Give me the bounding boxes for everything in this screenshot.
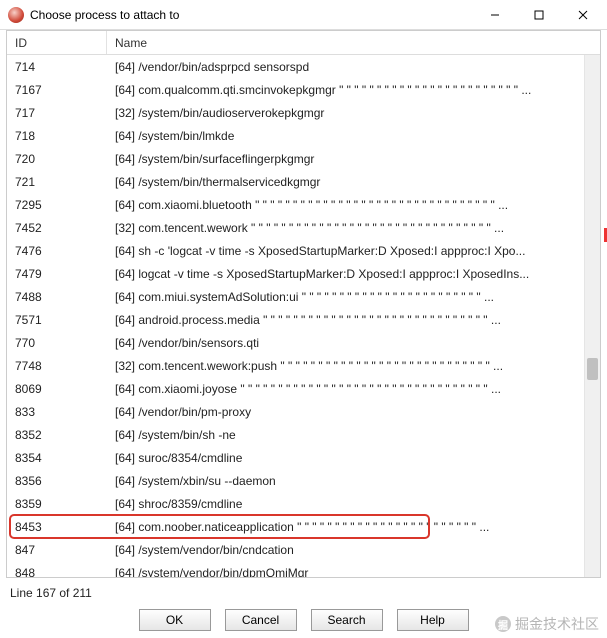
- cell-name: [64] sh -c 'logcat -v time -s XposedStar…: [107, 244, 600, 258]
- cell-id: 848: [7, 566, 107, 578]
- cell-name: [64] /system/bin/sh -ne: [107, 428, 600, 442]
- table-row[interactable]: 721[64] /system/bin/thermalservicedkgmgr: [7, 170, 600, 193]
- column-headers: ID Name: [7, 31, 600, 55]
- cell-id: 7295: [7, 198, 107, 212]
- cell-id: 833: [7, 405, 107, 419]
- table-row[interactable]: 7571[64] android.process.media " " " " "…: [7, 308, 600, 331]
- table-row[interactable]: 770[64] /vendor/bin/sensors.qti: [7, 331, 600, 354]
- table-row[interactable]: 7488[64] com.miui.systemAdSolution:ui " …: [7, 285, 600, 308]
- table-row[interactable]: 718[64] /system/bin/lmkde: [7, 124, 600, 147]
- table-row[interactable]: 7476[64] sh -c 'logcat -v time -s Xposed…: [7, 239, 600, 262]
- table-row[interactable]: 714[64] /vendor/bin/adsprpcd sensorspd: [7, 55, 600, 78]
- cell-id: 8356: [7, 474, 107, 488]
- process-list[interactable]: 714[64] /vendor/bin/adsprpcd sensorspd71…: [7, 55, 600, 577]
- cell-id: 8359: [7, 497, 107, 511]
- cell-name: [64] suroc/8354/cmdline: [107, 451, 600, 465]
- table-row[interactable]: 720[64] /system/bin/surfaceflingerpkgmgr: [7, 147, 600, 170]
- cell-name: [64] /system/xbin/su --daemon: [107, 474, 600, 488]
- cell-name: [64] com.qualcomm.qti.smcinvokepkgmgr " …: [107, 83, 600, 97]
- table-row[interactable]: 7748[32] com.tencent.wework:push " " " "…: [7, 354, 600, 377]
- scrollbar[interactable]: [584, 55, 600, 577]
- table-row[interactable]: 8352[64] /system/bin/sh -ne: [7, 423, 600, 446]
- cell-name: [64] com.noober.naticeapplication " " " …: [107, 520, 600, 534]
- cell-name: [64] /vendor/bin/adsprpcd sensorspd: [107, 60, 600, 74]
- cell-name: [64] android.process.media " " " " " " "…: [107, 313, 600, 327]
- table-row[interactable]: 7167[64] com.qualcomm.qti.smcinvokepkgmg…: [7, 78, 600, 101]
- cell-name: [64] /system/vendor/bin/dpmQmiMgr: [107, 566, 600, 578]
- cell-id: 770: [7, 336, 107, 350]
- cell-id: 7748: [7, 359, 107, 373]
- status-line: Line 167 of 211: [10, 586, 92, 600]
- maximize-button[interactable]: [517, 1, 561, 29]
- cell-id: 8453: [7, 520, 107, 534]
- cell-name: [32] com.tencent.wework:push " " " " " "…: [107, 359, 600, 373]
- button-bar: OK Cancel Search Help: [0, 606, 607, 634]
- cell-name: [64] com.miui.systemAdSolution:ui " " " …: [107, 290, 600, 304]
- cell-id: 721: [7, 175, 107, 189]
- cell-id: 714: [7, 60, 107, 74]
- titlebar: Choose process to attach to: [0, 0, 607, 30]
- cancel-button[interactable]: Cancel: [225, 609, 297, 631]
- column-header-name[interactable]: Name: [107, 31, 600, 54]
- cell-id: 718: [7, 129, 107, 143]
- cell-name: [64] com.xiaomi.bluetooth " " " " " " " …: [107, 198, 600, 212]
- table-row[interactable]: 8356[64] /system/xbin/su --daemon: [7, 469, 600, 492]
- cell-id: 7476: [7, 244, 107, 258]
- cell-id: 7488: [7, 290, 107, 304]
- cell-name: [64] /vendor/bin/sensors.qti: [107, 336, 600, 350]
- cell-id: 7452: [7, 221, 107, 235]
- app-icon: [8, 7, 24, 23]
- cell-name: [64] /vendor/bin/pm-proxy: [107, 405, 600, 419]
- minimize-button[interactable]: [473, 1, 517, 29]
- cell-name: [32] /system/bin/audioserverokepkgmgr: [107, 106, 600, 120]
- help-button[interactable]: Help: [397, 609, 469, 631]
- cell-id: 8069: [7, 382, 107, 396]
- cell-name: [64] /system/vendor/bin/cndcation: [107, 543, 600, 557]
- table-row[interactable]: 7452[32] com.tencent.wework " " " " " " …: [7, 216, 600, 239]
- search-button[interactable]: Search: [311, 609, 383, 631]
- table-row[interactable]: 847[64] /system/vendor/bin/cndcation: [7, 538, 600, 561]
- cell-name: [64] com.xiaomi.joyose " " " " " " " " "…: [107, 382, 600, 396]
- cell-id: 7167: [7, 83, 107, 97]
- table-row[interactable]: 848[64] /system/vendor/bin/dpmQmiMgr: [7, 561, 600, 577]
- table-row[interactable]: 717[32] /system/bin/audioserverokepkgmgr: [7, 101, 600, 124]
- table-row[interactable]: 8359[64] shroc/8359/cmdline: [7, 492, 600, 515]
- process-list-panel: ID Name 714[64] /vendor/bin/adsprpcd sen…: [6, 30, 601, 578]
- close-button[interactable]: [561, 1, 605, 29]
- window-controls: [473, 1, 605, 29]
- table-row[interactable]: 8069[64] com.xiaomi.joyose " " " " " " "…: [7, 377, 600, 400]
- cell-name: [64] /system/bin/surfaceflingerpkgmgr: [107, 152, 600, 166]
- cell-id: 8354: [7, 451, 107, 465]
- table-row[interactable]: 7479[64] logcat -v time -s XposedStartup…: [7, 262, 600, 285]
- cell-id: 720: [7, 152, 107, 166]
- cell-id: 8352: [7, 428, 107, 442]
- cell-id: 847: [7, 543, 107, 557]
- scrollbar-thumb[interactable]: [587, 358, 598, 380]
- table-row[interactable]: 833[64] /vendor/bin/pm-proxy: [7, 400, 600, 423]
- cell-name: [64] /system/bin/thermalservicedkgmgr: [107, 175, 600, 189]
- cell-name: [64] shroc/8359/cmdline: [107, 497, 600, 511]
- table-row[interactable]: 8354[64] suroc/8354/cmdline: [7, 446, 600, 469]
- ok-button[interactable]: OK: [139, 609, 211, 631]
- cell-name: [64] /system/bin/lmkde: [107, 129, 600, 143]
- column-header-id[interactable]: ID: [7, 31, 107, 54]
- cell-id: 717: [7, 106, 107, 120]
- cell-id: 7479: [7, 267, 107, 281]
- table-row[interactable]: 7295[64] com.xiaomi.bluetooth " " " " " …: [7, 193, 600, 216]
- window-title: Choose process to attach to: [30, 8, 473, 22]
- cell-name: [32] com.tencent.wework " " " " " " " " …: [107, 221, 600, 235]
- cell-id: 7571: [7, 313, 107, 327]
- cell-name: [64] logcat -v time -s XposedStartupMark…: [107, 267, 600, 281]
- table-row[interactable]: 8453[64] com.noober.naticeapplication " …: [7, 515, 600, 538]
